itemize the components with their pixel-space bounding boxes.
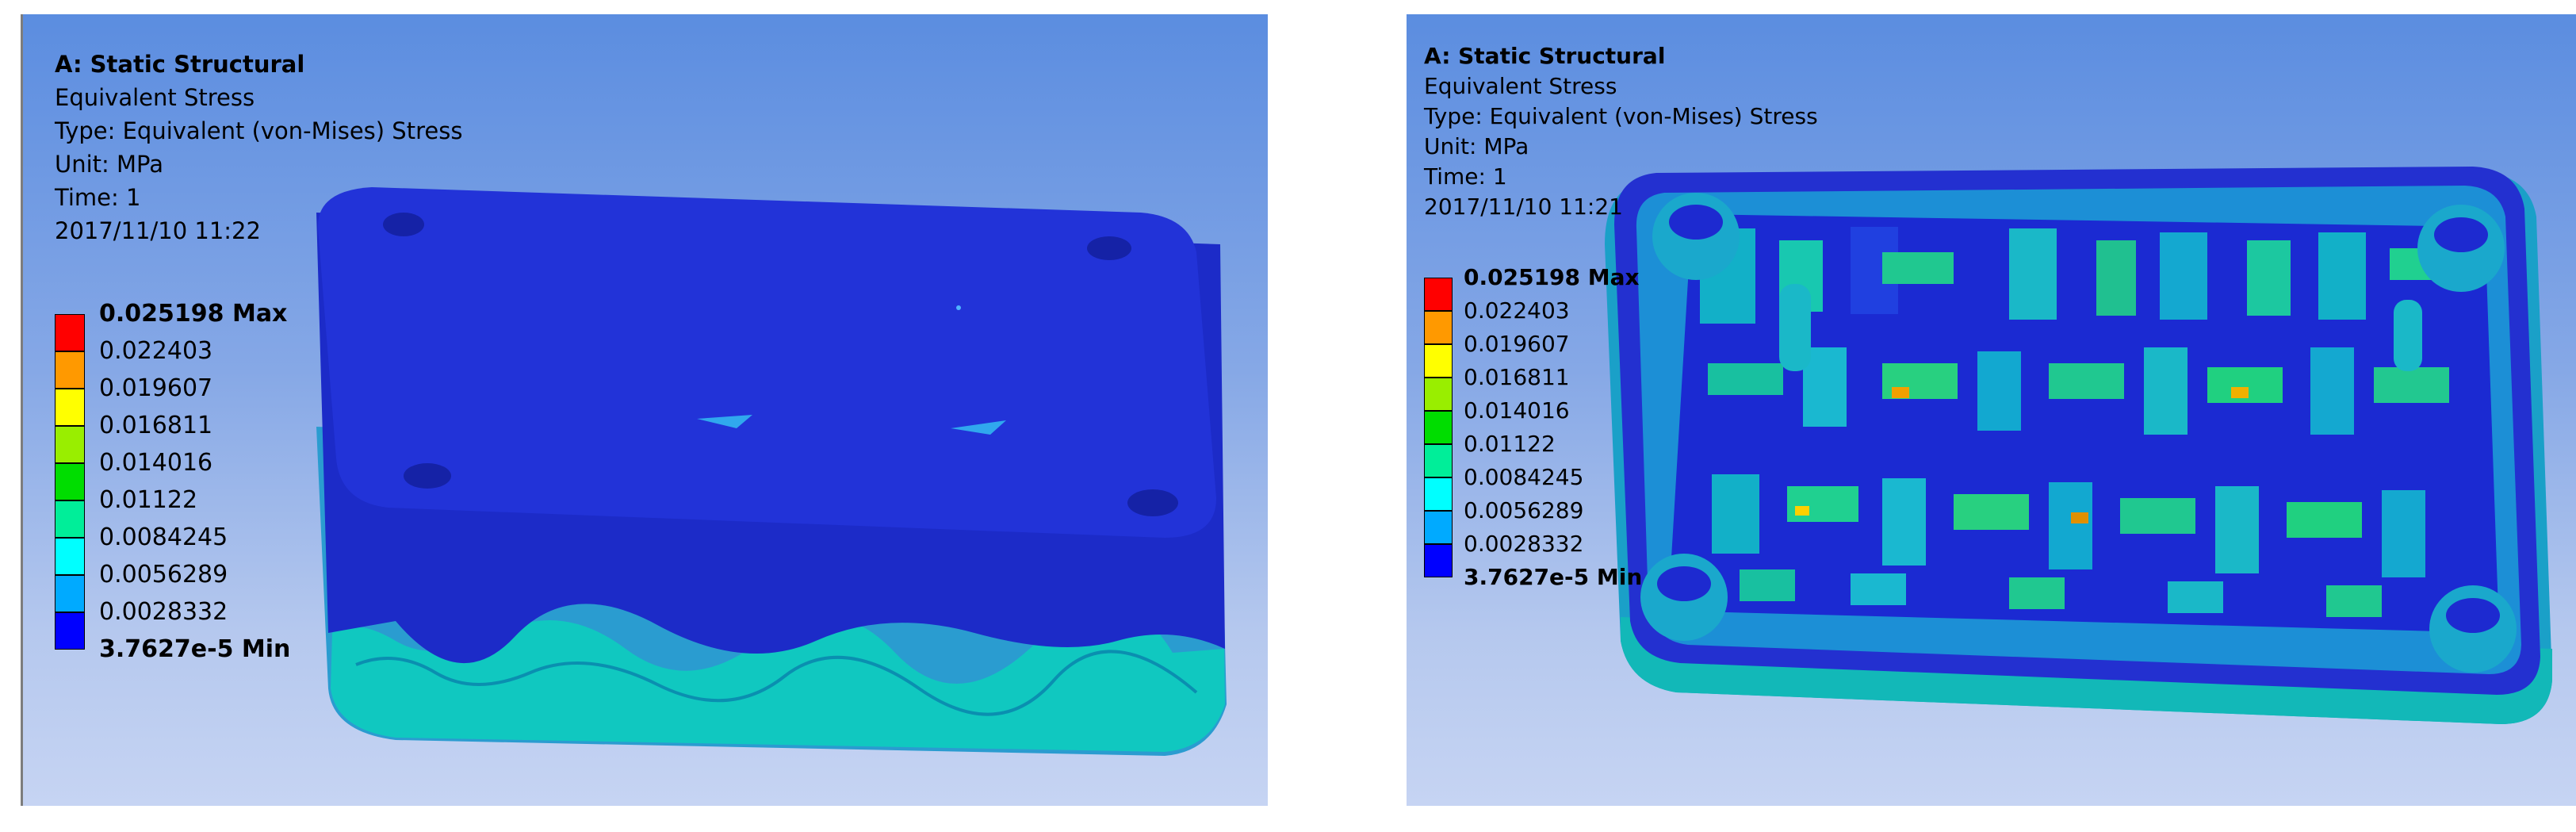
legend-label: 0.0028332 xyxy=(99,598,228,626)
legend-label: 0.019607 xyxy=(1464,331,1570,357)
legend-label: 0.016811 xyxy=(99,412,213,439)
viewport-left[interactable]: A: Static Structural Equivalent Stress T… xyxy=(21,14,1268,806)
result-type: Type: Equivalent (von-Mises) Stress xyxy=(1424,103,1818,129)
result-time: Time: 1 xyxy=(1424,163,1507,190)
legend-label: 0.01122 xyxy=(99,486,198,514)
viewport-right[interactable]: A: Static Structural Equivalent Stress T… xyxy=(1407,14,2576,806)
legend-label: 0.01122 xyxy=(1464,431,1556,457)
legend-label: 0.016811 xyxy=(1464,364,1570,390)
result-info: A: Static Structural Equivalent Stress T… xyxy=(1424,41,1818,222)
legend-label: 0.022403 xyxy=(1464,297,1570,324)
analysis-title: A: Static Structural xyxy=(55,51,305,78)
analysis-title: A: Static Structural xyxy=(1424,43,1666,69)
result-type: Type: Equivalent (von-Mises) Stress xyxy=(55,117,463,144)
result-info: A: Static Structural Equivalent Stress T… xyxy=(55,48,462,247)
legend-min-label: 3.7627e-5 Min xyxy=(99,635,291,663)
result-unit: Unit: MPa xyxy=(55,151,163,178)
result-timestamp: 2017/11/10 11:22 xyxy=(55,217,261,244)
legend-label: 0.0084245 xyxy=(99,523,228,551)
result-name: Equivalent Stress xyxy=(55,84,255,111)
result-name: Equivalent Stress xyxy=(1424,73,1617,99)
legend-label: 0.022403 xyxy=(99,337,213,365)
legend-max-label: 0.025198 Max xyxy=(1464,264,1640,290)
result-timestamp: 2017/11/10 11:21 xyxy=(1424,194,1623,220)
legend-label: 0.014016 xyxy=(99,449,213,477)
result-unit: Unit: MPa xyxy=(1424,133,1529,159)
legend-label: 0.0056289 xyxy=(99,561,228,589)
legend-label: 0.0028332 xyxy=(1464,531,1584,557)
legend-label: 0.0084245 xyxy=(1464,464,1584,490)
legend-min-label: 3.7627e-5 Min xyxy=(1464,564,1643,590)
result-time: Time: 1 xyxy=(55,184,141,211)
legend-label: 0.014016 xyxy=(1464,397,1570,424)
legend-label: 0.0056289 xyxy=(1464,497,1584,523)
legend-label: 0.019607 xyxy=(99,374,213,402)
legend-max-label: 0.025198 Max xyxy=(99,300,288,328)
